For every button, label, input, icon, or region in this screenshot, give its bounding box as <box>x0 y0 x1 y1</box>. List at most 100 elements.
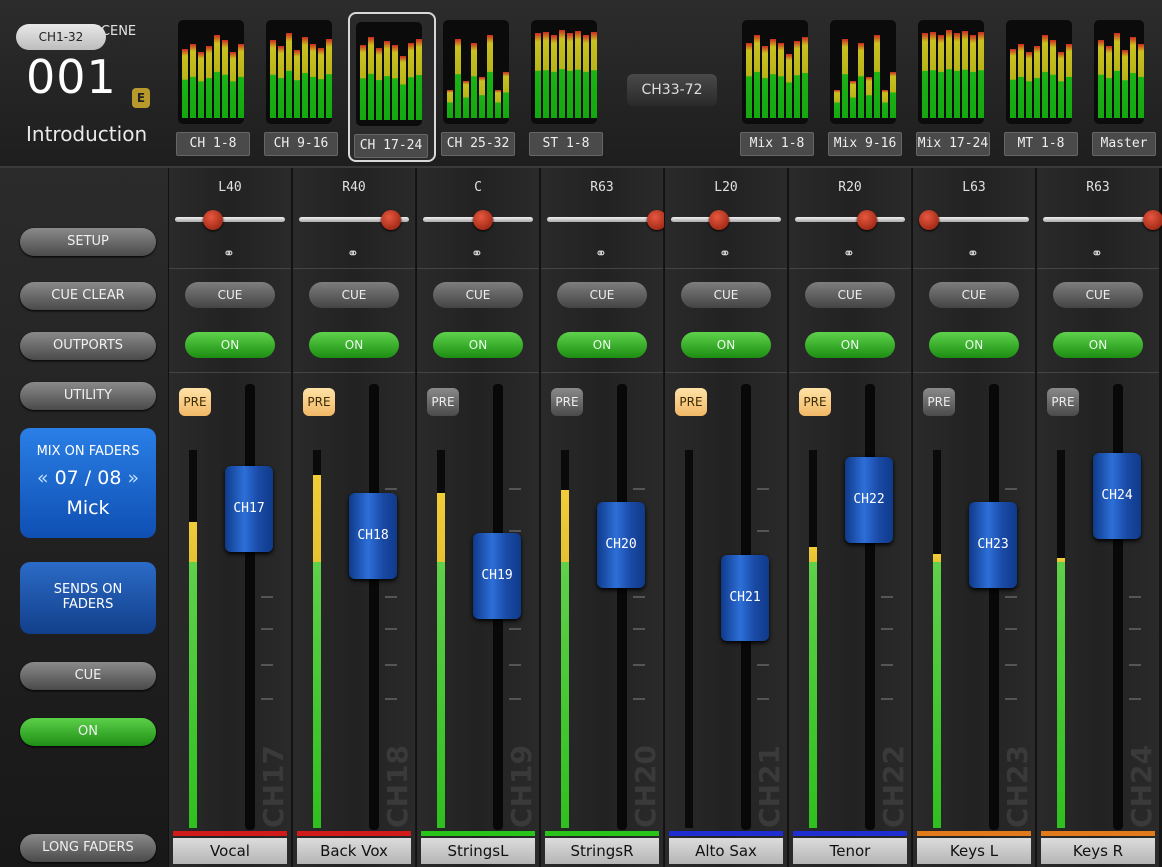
bank-meter-thumbnail <box>266 20 332 124</box>
channel-name[interactable]: Keys L <box>917 838 1031 864</box>
pre-button[interactable]: PRE <box>923 388 955 416</box>
bank-mt-1-8[interactable]: MT 1-8 <box>1000 12 1084 158</box>
link-icon[interactable]: ⚭ <box>223 246 235 262</box>
mix-on-faders-panel[interactable]: MIX ON FADERS « 07 / 08 » Mick <box>20 428 156 538</box>
utility-button[interactable]: UTILITY <box>20 382 156 410</box>
link-icon[interactable]: ⚭ <box>595 246 607 262</box>
bank-label: ST 1-8 <box>529 132 603 156</box>
channel-name[interactable]: Back Vox <box>297 838 411 864</box>
fader-track[interactable] <box>245 384 255 830</box>
bank-meter-bar <box>416 39 422 120</box>
bank-label: Mix 9-16 <box>828 132 902 156</box>
pan-knob[interactable] <box>381 210 401 230</box>
pan-knob[interactable] <box>473 210 493 230</box>
cue-button[interactable]: CUE <box>185 282 275 308</box>
cue-button[interactable]: CUE <box>309 282 399 308</box>
bank-mix-9-16[interactable]: Mix 9-16 <box>824 12 908 158</box>
bank-mix-1-8[interactable]: Mix 1-8 <box>736 12 820 158</box>
cue-button[interactable]: CUE <box>681 282 771 308</box>
pan-knob[interactable] <box>857 210 877 230</box>
bank-meter-bar <box>408 43 414 120</box>
channel-fader[interactable]: CH19 <box>473 533 521 619</box>
outports-button[interactable]: OUTPORTS <box>20 332 156 360</box>
channel-fader[interactable]: CH17 <box>225 466 273 552</box>
fader-track[interactable] <box>865 384 875 830</box>
pan-slider-track[interactable] <box>547 217 657 222</box>
cue-button[interactable]: CUE <box>433 282 523 308</box>
link-icon[interactable]: ⚭ <box>471 246 483 262</box>
cue-button[interactable]: CUE <box>557 282 647 308</box>
channel-name[interactable]: StringsL <box>421 838 535 864</box>
channel-name[interactable]: Keys R <box>1041 838 1155 864</box>
pre-button[interactable]: PRE <box>179 388 211 416</box>
channel-name[interactable]: Alto Sax <box>669 838 783 864</box>
bank-meter-bar <box>866 77 872 118</box>
sends-on-faders-button[interactable]: SENDS ON FADERS <box>20 562 156 634</box>
sidebar-on-button[interactable]: ON <box>20 718 156 746</box>
on-button[interactable]: ON <box>681 332 771 358</box>
fader-track[interactable] <box>989 384 999 830</box>
channel-name[interactable]: StringsR <box>545 838 659 864</box>
channel-fader[interactable]: CH23 <box>969 502 1017 588</box>
cue-button[interactable]: CUE <box>929 282 1019 308</box>
bank-meter-bar <box>591 32 597 118</box>
channel-name[interactable]: Tenor <box>793 838 907 864</box>
setup-button[interactable]: SETUP <box>20 228 156 256</box>
bank-ch-9-16[interactable]: CH 9-16 <box>260 12 344 158</box>
fader-track[interactable] <box>617 384 627 830</box>
range-ch1-32-button[interactable]: CH1-32 <box>16 24 106 50</box>
channel-fader[interactable]: CH24 <box>1093 453 1141 539</box>
mix-next-arrow-icon[interactable]: » <box>127 467 139 489</box>
fader-track[interactable] <box>369 384 379 830</box>
pre-button[interactable]: PRE <box>551 388 583 416</box>
bank-meter-bar <box>794 41 800 118</box>
divider <box>417 268 539 269</box>
mix-prev-arrow-icon[interactable]: « <box>37 467 49 489</box>
link-icon[interactable]: ⚭ <box>843 246 855 262</box>
fader-track[interactable] <box>1113 384 1123 830</box>
divider <box>541 268 663 269</box>
pan-slider-track[interactable] <box>795 217 905 222</box>
bank-ch-1-8[interactable]: CH 1-8 <box>172 12 256 158</box>
on-button[interactable]: ON <box>1053 332 1143 358</box>
pan-knob[interactable] <box>203 210 223 230</box>
channel-fader[interactable]: CH22 <box>845 457 893 543</box>
pan-knob[interactable] <box>919 210 939 230</box>
cue-button[interactable]: CUE <box>805 282 895 308</box>
fader-scale-tick <box>633 698 645 700</box>
cue-clear-button[interactable]: CUE CLEAR <box>20 282 156 310</box>
pan-knob[interactable] <box>709 210 729 230</box>
bank-ch-25-32[interactable]: CH 25-32 <box>437 12 521 158</box>
sidebar-cue-button[interactable]: CUE <box>20 662 156 690</box>
channel-name[interactable]: Vocal <box>173 838 287 864</box>
bank-ch-17-24[interactable]: CH 17-24 <box>348 12 436 162</box>
link-icon[interactable]: ⚭ <box>967 246 979 262</box>
cue-button[interactable]: CUE <box>1053 282 1143 308</box>
link-icon[interactable]: ⚭ <box>719 246 731 262</box>
pre-button[interactable]: PRE <box>1047 388 1079 416</box>
bank-st-1-8[interactable]: ST 1-8 <box>525 12 609 158</box>
channel-fader[interactable]: CH21 <box>721 555 769 641</box>
pre-button[interactable]: PRE <box>799 388 831 416</box>
range-ch33-72-button[interactable]: CH33-72 <box>627 74 717 106</box>
pan-knob[interactable] <box>1143 210 1162 230</box>
bank-mix-17-24[interactable]: Mix 17-24 <box>912 12 996 158</box>
link-icon[interactable]: ⚭ <box>1091 246 1103 262</box>
bank-master[interactable]: Master <box>1088 12 1158 158</box>
on-button[interactable]: ON <box>433 332 523 358</box>
channel-fader[interactable]: CH20 <box>597 502 645 588</box>
channel-fader[interactable]: CH18 <box>349 493 397 579</box>
pre-button[interactable]: PRE <box>675 388 707 416</box>
pre-button[interactable]: PRE <box>303 388 335 416</box>
long-faders-button[interactable]: LONG FADERS <box>20 834 156 862</box>
on-button[interactable]: ON <box>557 332 647 358</box>
link-icon[interactable]: ⚭ <box>347 246 359 262</box>
bank-meter-thumbnail <box>178 20 244 124</box>
pan-slider-track[interactable] <box>175 217 285 222</box>
on-button[interactable]: ON <box>309 332 399 358</box>
pre-button[interactable]: PRE <box>427 388 459 416</box>
pan-slider-track[interactable] <box>1043 217 1153 222</box>
on-button[interactable]: ON <box>805 332 895 358</box>
on-button[interactable]: ON <box>185 332 275 358</box>
on-button[interactable]: ON <box>929 332 1019 358</box>
